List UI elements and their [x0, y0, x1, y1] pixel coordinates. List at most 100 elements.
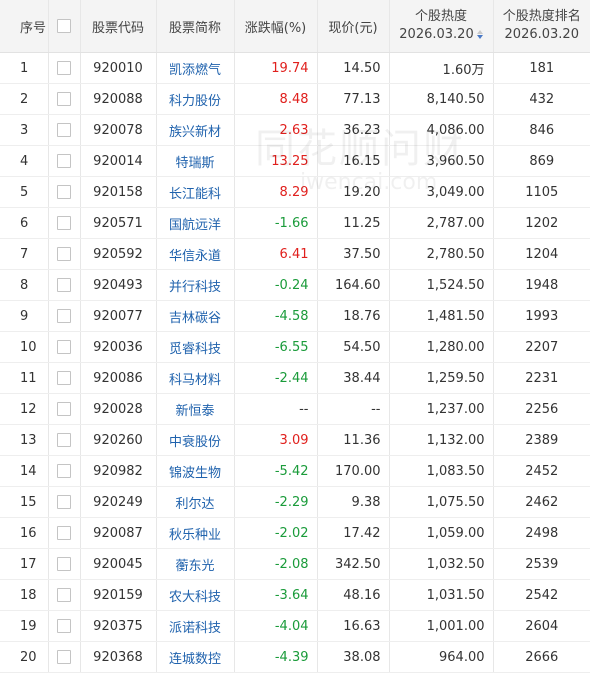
stock-name-link[interactable]: 国航远洋: [156, 207, 235, 239]
row-select[interactable]: [48, 300, 81, 332]
stock-code: 920088: [80, 83, 157, 115]
header-price[interactable]: 现价(元): [317, 0, 390, 53]
row-select[interactable]: [48, 579, 81, 611]
table-row[interactable]: 11 920086 科马材料 -2.44 38.44 1,259.50 2231: [0, 362, 590, 394]
row-select[interactable]: [48, 52, 81, 84]
row-checkbox[interactable]: [57, 247, 71, 261]
row-checkbox[interactable]: [57, 526, 71, 540]
row-select[interactable]: [48, 455, 81, 487]
stock-name-link[interactable]: 华信永道: [156, 238, 235, 270]
row-checkbox[interactable]: [57, 588, 71, 602]
row-checkbox[interactable]: [57, 650, 71, 664]
stock-name-link[interactable]: 农大科技: [156, 579, 235, 611]
current-price: 38.44: [317, 362, 390, 394]
row-select[interactable]: [48, 610, 81, 642]
stock-name-link[interactable]: 利尔达: [156, 486, 235, 518]
stock-name-link[interactable]: 族兴新材: [156, 114, 235, 146]
table-row[interactable]: 8 920493 并行科技 -0.24 164.60 1,524.50 1948: [0, 269, 590, 301]
row-select[interactable]: [48, 238, 81, 270]
stock-name-link[interactable]: 派诺科技: [156, 610, 235, 642]
row-checkbox[interactable]: [57, 185, 71, 199]
heat-value: 1,031.50: [389, 579, 494, 611]
row-select[interactable]: [48, 207, 81, 239]
row-select[interactable]: [48, 393, 81, 425]
table-row[interactable]: 18 920159 农大科技 -3.64 48.16 1,031.50 2542: [0, 579, 590, 611]
row-select[interactable]: [48, 486, 81, 518]
table-row[interactable]: 1 920010 凯添燃气 19.74 14.50 1.60万 181: [0, 52, 590, 84]
table-row[interactable]: 20 920368 连城数控 -4.39 38.08 964.00 2666: [0, 641, 590, 673]
table-row[interactable]: 17 920045 蘅东光 -2.08 342.50 1,032.50 2539: [0, 548, 590, 580]
row-checkbox[interactable]: [57, 495, 71, 509]
stock-name-link[interactable]: 连城数控: [156, 641, 235, 673]
row-select[interactable]: [48, 424, 81, 456]
table-row[interactable]: 19 920375 派诺科技 -4.04 16.63 1,001.00 2604: [0, 610, 590, 642]
header-name[interactable]: 股票简称: [156, 0, 235, 53]
stock-name-link[interactable]: 凯添燃气: [156, 52, 235, 84]
row-checkbox[interactable]: [57, 402, 71, 416]
header-heat[interactable]: 个股热度 2026.03.20: [389, 0, 494, 53]
row-checkbox[interactable]: [57, 371, 71, 385]
row-select[interactable]: [48, 114, 81, 146]
row-checkbox[interactable]: [57, 216, 71, 230]
stock-name-link[interactable]: 蘅东光: [156, 548, 235, 580]
row-checkbox[interactable]: [57, 123, 71, 137]
stock-name-link[interactable]: 秋乐种业: [156, 517, 235, 549]
row-checkbox[interactable]: [57, 433, 71, 447]
stock-name-link[interactable]: 新恒泰: [156, 393, 235, 425]
stock-name-link[interactable]: 科力股份: [156, 83, 235, 115]
table-row[interactable]: 14 920982 锦波生物 -5.42 170.00 1,083.50 2452: [0, 455, 590, 487]
sort-desc-icon[interactable]: [476, 30, 483, 39]
row-index: 3: [0, 114, 49, 146]
table-row[interactable]: 5 920158 长江能科 8.29 19.20 3,049.00 1105: [0, 176, 590, 208]
current-price: 77.13: [317, 83, 390, 115]
row-checkbox[interactable]: [57, 464, 71, 478]
row-checkbox[interactable]: [57, 92, 71, 106]
row-select[interactable]: [48, 362, 81, 394]
table-row[interactable]: 7 920592 华信永道 6.41 37.50 2,780.50 1204: [0, 238, 590, 270]
row-checkbox[interactable]: [57, 557, 71, 571]
stock-name-link[interactable]: 并行科技: [156, 269, 235, 301]
stock-name-link[interactable]: 觅睿科技: [156, 331, 235, 363]
table-row[interactable]: 2 920088 科力股份 8.48 77.13 8,140.50 432: [0, 83, 590, 115]
stock-name-link[interactable]: 长江能科: [156, 176, 235, 208]
row-index: 18: [0, 579, 49, 611]
stock-name-link[interactable]: 科马材料: [156, 362, 235, 394]
row-select[interactable]: [48, 176, 81, 208]
header-select-all[interactable]: [48, 0, 81, 53]
table-row[interactable]: 9 920077 吉林碳谷 -4.58 18.76 1,481.50 1993: [0, 300, 590, 332]
stock-name-link[interactable]: 吉林碳谷: [156, 300, 235, 332]
row-select[interactable]: [48, 331, 81, 363]
row-checkbox[interactable]: [57, 278, 71, 292]
header-change[interactable]: 涨跌幅(%): [234, 0, 318, 53]
table-row[interactable]: 10 920036 觅睿科技 -6.55 54.50 1,280.00 2207: [0, 331, 590, 363]
row-checkbox[interactable]: [57, 340, 71, 354]
table-row[interactable]: 4 920014 特瑞斯 13.25 16.15 3,960.50 869: [0, 145, 590, 177]
heat-rank: 2666: [493, 641, 590, 673]
row-select[interactable]: [48, 641, 81, 673]
row-select[interactable]: [48, 548, 81, 580]
row-checkbox[interactable]: [57, 619, 71, 633]
stock-name-link[interactable]: 锦波生物: [156, 455, 235, 487]
table-row[interactable]: 15 920249 利尔达 -2.29 9.38 1,075.50 2462: [0, 486, 590, 518]
table-row[interactable]: 3 920078 族兴新材 2.63 36.23 4,086.00 846: [0, 114, 590, 146]
heat-value: 1,083.50: [389, 455, 494, 487]
stock-name-link[interactable]: 特瑞斯: [156, 145, 235, 177]
row-index: 13: [0, 424, 49, 456]
row-checkbox[interactable]: [57, 61, 71, 75]
table-row[interactable]: 16 920087 秋乐种业 -2.02 17.42 1,059.00 2498: [0, 517, 590, 549]
row-checkbox[interactable]: [57, 309, 71, 323]
select-all-checkbox[interactable]: [57, 19, 71, 33]
row-checkbox[interactable]: [57, 154, 71, 168]
table-row[interactable]: 13 920260 中衰股份 3.09 11.36 1,132.00 2389: [0, 424, 590, 456]
table-row[interactable]: 6 920571 国航远洋 -1.66 11.25 2,787.00 1202: [0, 207, 590, 239]
stock-name-link[interactable]: 中衰股份: [156, 424, 235, 456]
current-price: 342.50: [317, 548, 390, 580]
header-rank[interactable]: 个股热度排名 2026.03.20: [493, 0, 590, 53]
table-row[interactable]: 12 920028 新恒泰 -- -- 1,237.00 2256: [0, 393, 590, 425]
row-select[interactable]: [48, 517, 81, 549]
row-select[interactable]: [48, 269, 81, 301]
row-select[interactable]: [48, 83, 81, 115]
header-code[interactable]: 股票代码: [80, 0, 157, 53]
table-body: 1 920010 凯添燃气 19.74 14.50 1.60万 181 2 920088 科力股份…: [0, 52, 590, 673]
row-select[interactable]: [48, 145, 81, 177]
